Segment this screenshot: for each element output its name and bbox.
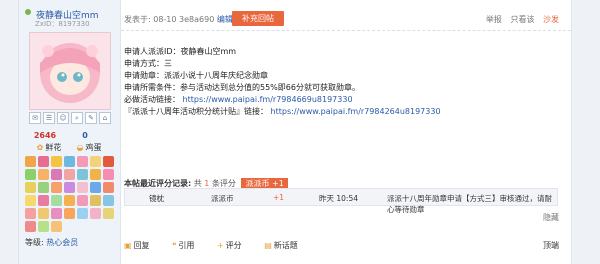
add-reply-button[interactable]: 补充回帖 xyxy=(232,11,284,26)
rating-amount: +1 xyxy=(273,193,285,202)
medal-icon[interactable] xyxy=(51,221,62,232)
rate-icon: + xyxy=(216,241,224,250)
post-line: 『派派十八周年活动积分统计贴』链接： https://www.paipai.fm… xyxy=(124,107,441,116)
user-level: 等级: 热心会员 xyxy=(25,238,79,247)
avatar[interactable] xyxy=(29,32,111,110)
post-line: 申请人派派ID：夜静春山空mm xyxy=(124,47,237,56)
rating-row: 镜枕 派派币 +1 昨天 10:54 派派十八周年勋章申请【方式三】审核通过，请… xyxy=(124,188,558,214)
home-icon[interactable]: ⌂ xyxy=(99,112,111,124)
medal-icon[interactable] xyxy=(77,182,88,193)
new-topic-icon: ▤ xyxy=(264,241,272,250)
medal-icon[interactable] xyxy=(103,156,114,167)
medal-icon[interactable] xyxy=(25,221,36,232)
medal-icon[interactable] xyxy=(103,195,114,206)
medal-icon[interactable] xyxy=(38,169,49,180)
medal-icon[interactable] xyxy=(90,195,101,206)
medal-icon[interactable] xyxy=(51,208,62,219)
post-meta: 发表于: 08-10 3e8a690 编辑 xyxy=(124,15,233,24)
medal-icon[interactable] xyxy=(38,195,49,206)
new-topic-button[interactable]: ▤ 新话题 xyxy=(264,241,308,250)
post-container: 夜静春山空mm ZxID：8197330 ✉ ☰ ☺ ⌕ ✎ ⌂ 2646 0 … xyxy=(18,0,572,264)
post-footer: ▣ 回复 ❝ 引用 + 评分 ▤ 新话题 xyxy=(124,240,318,251)
search-icon[interactable]: ⌕ xyxy=(71,112,83,124)
medal-icon[interactable] xyxy=(51,156,62,167)
medal-icon[interactable] xyxy=(77,156,88,167)
hide-button[interactable]: 隐藏 xyxy=(543,212,559,223)
medal-icon[interactable] xyxy=(38,156,49,167)
medal-list xyxy=(25,156,115,232)
flowers-button[interactable]: ✿ 鲜花 xyxy=(29,142,69,153)
post-body: 申请人派派ID：夜静春山空mm 申请方式：三 申请勋章：派派小说十八周年庆纪念勋… xyxy=(124,46,441,118)
profile-icon[interactable]: ☰ xyxy=(43,112,55,124)
post-line: 申请勋章：派派小说十八周年庆纪念勋章 xyxy=(124,71,268,80)
edit-link[interactable]: 编辑 xyxy=(217,15,233,24)
activity-link[interactable]: https://www.paipai.fm/r7984669u8197330 xyxy=(183,95,353,104)
post-icon[interactable]: ✎ xyxy=(85,112,97,124)
medal-icon[interactable] xyxy=(25,182,36,193)
egg-icon: ◒ xyxy=(76,143,84,152)
medal-icon[interactable] xyxy=(51,169,62,180)
rating-time: 昨天 10:54 xyxy=(319,194,358,203)
eggs-button[interactable]: ◒ 鸡蛋 xyxy=(69,142,109,153)
medal-icon[interactable] xyxy=(25,195,36,206)
rating-reason: 派派十八周年勋章申请【方式三】审核通过，请耐心等待勋章 xyxy=(387,194,552,214)
medal-icon[interactable] xyxy=(90,182,101,193)
medal-icon[interactable] xyxy=(103,169,114,180)
medal-icon[interactable] xyxy=(25,208,36,219)
friend-icon[interactable]: ☺ xyxy=(57,112,69,124)
medal-icon[interactable] xyxy=(103,182,114,193)
reply-icon: ▣ xyxy=(124,241,132,250)
message-icon[interactable]: ✉ xyxy=(29,112,41,124)
medal-icon[interactable] xyxy=(51,182,62,193)
post-line: 必做活动链接： https://www.paipai.fm/r7984669u8… xyxy=(124,95,353,104)
floor-label: 沙发 xyxy=(543,15,559,24)
back-to-top-button[interactable]: 顶端 xyxy=(543,240,559,251)
user-sidebar: 夜静春山空mm ZxID：8197330 ✉ ☰ ☺ ⌕ ✎ ⌂ 2646 0 … xyxy=(19,0,121,264)
rating-user[interactable]: 镜枕 xyxy=(149,193,164,204)
post-content-area: 发表于: 08-10 3e8a690 编辑 补充回帖 举报 只看该 沙发 申请人… xyxy=(121,0,571,264)
medal-icon[interactable] xyxy=(64,169,75,180)
medal-icon[interactable] xyxy=(25,156,36,167)
rating-currency: 派派币 xyxy=(211,194,234,203)
level-link[interactable]: 热心会员 xyxy=(46,238,78,247)
medal-icon[interactable] xyxy=(38,208,49,219)
medal-icon[interactable] xyxy=(64,208,75,219)
quote-icon: ❝ xyxy=(172,241,177,250)
medal-icon[interactable] xyxy=(38,221,49,232)
medal-icon[interactable] xyxy=(64,156,75,167)
medal-icon[interactable] xyxy=(51,195,62,206)
medal-icon[interactable] xyxy=(64,182,75,193)
header-divider xyxy=(121,30,571,31)
flowers-count: 2646 xyxy=(33,131,57,140)
medal-icon[interactable] xyxy=(25,169,36,180)
user-id: ZxID：8197330 xyxy=(35,20,90,28)
medal-icon[interactable] xyxy=(103,208,114,219)
medal-icon[interactable] xyxy=(77,195,88,206)
medal-icon[interactable] xyxy=(90,169,101,180)
medal-icon[interactable] xyxy=(38,182,49,193)
quote-button[interactable]: ❝ 引用 xyxy=(172,241,204,250)
post-actions: 举报 只看该 沙发 xyxy=(480,14,559,25)
user-action-bar: ✉ ☰ ☺ ⌕ ✎ ⌂ xyxy=(29,112,111,124)
flower-icon: ✿ xyxy=(36,143,44,152)
medal-icon[interactable] xyxy=(77,208,88,219)
view-only-link[interactable]: 只看该 xyxy=(510,15,534,24)
report-link[interactable]: 举报 xyxy=(486,15,502,24)
medal-icon[interactable] xyxy=(90,208,101,219)
stats-link[interactable]: https://www.paipai.fm/r7984264u8197330 xyxy=(271,107,441,116)
reply-button[interactable]: ▣ 回复 xyxy=(124,241,160,250)
post-line: 申请所需条件：参与活动达到总分值的55%即66分就可获取勋章。 xyxy=(124,83,360,92)
rate-button[interactable]: + 评分 xyxy=(217,241,252,250)
eggs-count: 0 xyxy=(82,131,88,140)
medal-icon[interactable] xyxy=(77,169,88,180)
post-line: 申请方式：三 xyxy=(124,59,172,68)
avatar-image xyxy=(30,33,110,109)
medal-icon[interactable] xyxy=(90,156,101,167)
medal-icon[interactable] xyxy=(64,195,75,206)
